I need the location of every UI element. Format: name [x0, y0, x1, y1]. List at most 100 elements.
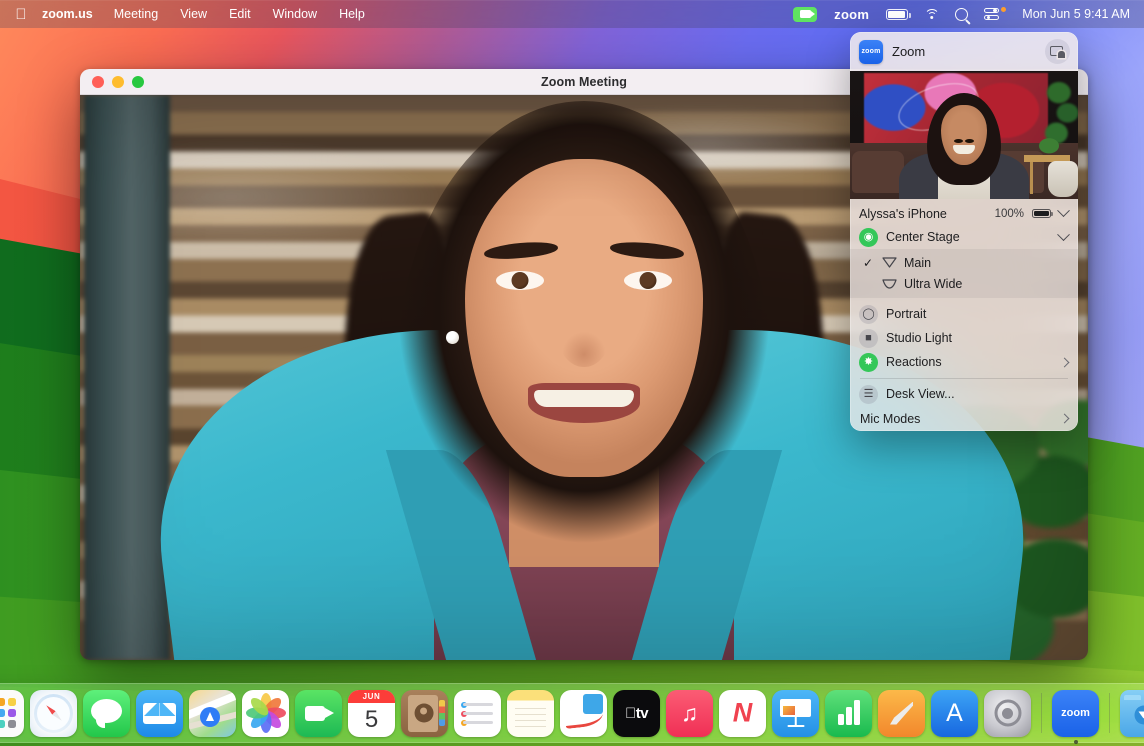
menu-bar-app-menus:  zoom.us Meeting View Edit Window Help: [0, 1, 376, 27]
chevron-down-icon[interactable]: [1057, 204, 1070, 217]
dock-item-facetime[interactable]: [295, 690, 342, 737]
center-stage-label: Center Stage: [886, 230, 960, 244]
lens-options-group: ✓ Main Ultra Wide: [850, 249, 1078, 298]
calendar-day: 5: [348, 703, 395, 737]
search-icon[interactable]: [947, 0, 976, 28]
video-effects-popover: zoom Zoom Alyssa's iPho: [850, 32, 1078, 431]
app-store-glyph: A: [946, 701, 963, 726]
menu-bar-status-items: zoom Mon Jun 5 9:41 AM: [785, 0, 1144, 28]
control-center-badge-dot: [1001, 7, 1006, 12]
effect-label-portrait: Portrait: [886, 307, 926, 321]
dock-item-system-settings[interactable]: [984, 690, 1031, 737]
mic-modes-label: Mic Modes: [860, 412, 920, 426]
preview-potted-plant: [1036, 137, 1062, 159]
center-stage-row[interactable]: ◉ Center Stage: [850, 225, 1078, 249]
desk-view-row[interactable]: ☰ Desk View...: [850, 382, 1078, 406]
dock-item-maps[interactable]: [189, 690, 236, 737]
running-indicator: [1074, 740, 1078, 744]
presenter-overlay-icon: [1050, 46, 1065, 58]
menu-bar-zoom-status[interactable]: zoom: [825, 0, 878, 28]
menu-bar-clock[interactable]: Mon Jun 5 9:41 AM: [1014, 0, 1134, 28]
dock-item-app-store[interactable]: A: [931, 690, 978, 737]
music-note-icon: ♫: [681, 700, 698, 727]
device-row[interactable]: Alyssa's iPhone 100%: [850, 199, 1078, 225]
menu-bar:  zoom.us Meeting View Edit Window Help …: [0, 0, 1144, 28]
dock-item-stocks[interactable]: [560, 690, 607, 737]
device-battery-icon: [1032, 209, 1051, 219]
battery-icon[interactable]: [878, 0, 916, 28]
apple-tv-glyph: tv: [625, 705, 648, 722]
camera-preview: [850, 71, 1078, 199]
effect-label-studio-light: Studio Light: [886, 331, 952, 345]
camera-in-use-icon[interactable]: [785, 0, 825, 28]
dock-item-launchpad[interactable]: [0, 690, 24, 737]
apple-logo-icon[interactable]: : [8, 1, 34, 27]
studio-light-icon: ■: [859, 329, 878, 348]
menu-item-view[interactable]: View: [169, 4, 218, 24]
menu-item-zoom-us[interactable]: zoom.us: [34, 4, 103, 24]
menu-item-help[interactable]: Help: [328, 4, 376, 24]
lens-option-ultra-wide[interactable]: Ultra Wide: [850, 273, 1078, 294]
dock: JUN 5 tv ♫ N: [0, 683, 1144, 743]
center-stage-chevron-down-icon[interactable]: [1057, 228, 1070, 241]
effect-row-reactions[interactable]: ✸ Reactions: [850, 350, 1078, 374]
zoom-app-icon: zoom: [859, 40, 883, 64]
dock-item-reminders[interactable]: [454, 690, 501, 737]
preview-eye-left: [954, 139, 963, 143]
dock-item-apple-tv[interactable]: tv: [613, 690, 660, 737]
device-battery-percent: 100%: [995, 208, 1024, 220]
device-name: Alyssa's iPhone: [859, 207, 987, 221]
preview-smile: [953, 145, 975, 154]
preview-sofa-arm-left: [852, 151, 904, 193]
preview-person: [905, 93, 1023, 199]
dock-item-contacts[interactable]: [401, 690, 448, 737]
wifi-icon[interactable]: [916, 0, 947, 28]
dock-item-notes[interactable]: [507, 690, 554, 737]
control-center-icon[interactable]: [976, 0, 1014, 28]
dock-item-photos[interactable]: [242, 690, 289, 737]
dock-item-pages[interactable]: [878, 690, 925, 737]
popover-divider: [860, 378, 1068, 379]
dock-item-zoom[interactable]: zoom: [1052, 690, 1099, 737]
checkmark-icon: ✓: [863, 257, 874, 269]
dock-item-safari[interactable]: [30, 690, 77, 737]
preview-eye-right: [965, 139, 974, 143]
lens-main-label: Main: [904, 256, 931, 270]
popover-app-name: Zoom: [892, 44, 1036, 59]
menu-item-meeting[interactable]: Meeting: [103, 4, 169, 24]
dock-item-messages[interactable]: [83, 690, 130, 737]
news-glyph: N: [733, 700, 753, 727]
portrait-icon: ◯: [859, 305, 878, 324]
menu-item-edit[interactable]: Edit: [218, 4, 262, 24]
dock-separator-2: [1109, 693, 1110, 733]
menu-item-window[interactable]: Window: [262, 4, 328, 24]
dock-item-calendar[interactable]: JUN 5: [348, 690, 395, 737]
reactions-icon: ✸: [859, 353, 878, 372]
mic-modes-row[interactable]: Mic Modes: [850, 406, 1078, 431]
popover-header: zoom Zoom: [850, 32, 1078, 71]
desk-view-label: Desk View...: [886, 387, 955, 401]
dock-item-numbers[interactable]: [825, 690, 872, 737]
lens-ultra-wide-icon: [881, 278, 897, 290]
effect-label-reactions: Reactions: [886, 355, 942, 369]
presenter-overlay-button[interactable]: [1045, 39, 1070, 64]
dock-item-downloads[interactable]: [1120, 690, 1144, 737]
lens-main-icon: [881, 257, 897, 269]
lens-ultra-wide-label: Ultra Wide: [904, 277, 962, 291]
dock-separator-1: [1041, 693, 1042, 733]
effect-row-portrait[interactable]: ◯ Portrait: [850, 302, 1078, 326]
lens-option-main[interactable]: ✓ Main: [850, 252, 1078, 273]
mic-modes-chevron-right-icon[interactable]: [1060, 414, 1070, 424]
dock-item-keynote[interactable]: [772, 690, 819, 737]
preview-vase: [1048, 161, 1078, 197]
effects-group: ◯ Portrait ■ Studio Light ✸ Reactions: [850, 298, 1078, 374]
dock-item-news[interactable]: N: [719, 690, 766, 737]
center-stage-icon: ◉: [859, 228, 878, 247]
dock-item-music[interactable]: ♫: [666, 690, 713, 737]
effect-row-studio-light[interactable]: ■ Studio Light: [850, 326, 1078, 350]
calendar-month: JUN: [348, 690, 395, 703]
zoom-glyph: zoom: [1061, 707, 1090, 719]
desk-view-icon: ☰: [859, 385, 878, 404]
dock-item-mail[interactable]: [136, 690, 183, 737]
reactions-chevron-right-icon[interactable]: [1060, 357, 1070, 367]
